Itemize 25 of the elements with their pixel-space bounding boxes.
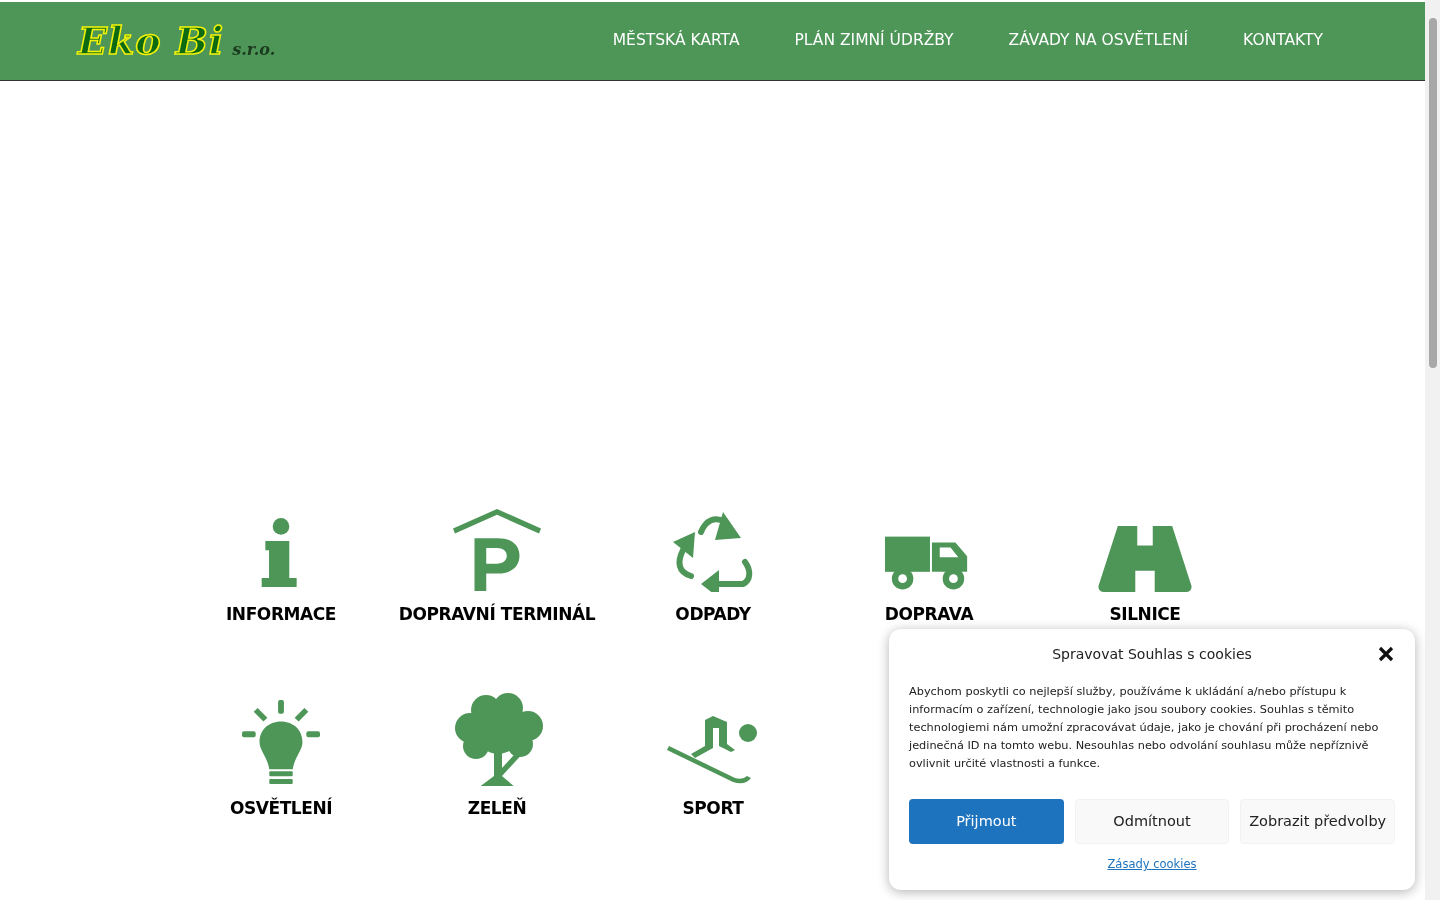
accept-button[interactable]: Přijmout — [909, 799, 1064, 844]
cookie-policy-link[interactable]: Zásady cookies — [1107, 856, 1197, 874]
nav-link[interactable]: KONTAKTY — [1243, 29, 1323, 53]
nav-link[interactable]: PLÁN ZIMNÍ ÚDRŽBY — [794, 29, 954, 53]
tile-label[interactable]: DOPRAVA — [884, 604, 974, 624]
tile-label[interactable]: OSVĚTLENÍ — [229, 798, 333, 818]
dialog-title: Spravovat Souhlas s cookies — [1052, 644, 1252, 664]
tile-label[interactable]: INFORMACE — [225, 604, 336, 624]
cookie-button[interactable]: Zobrazit předvolby — [1240, 799, 1395, 844]
tile-label[interactable]: DOPRAVNÍ TERMINÁL — [398, 604, 596, 624]
close-icon[interactable] — [1377, 645, 1395, 663]
road-icon[interactable] — [1098, 526, 1192, 592]
nav-link[interactable]: ZÁVADY NA OSVĚTLENÍ — [1008, 29, 1189, 53]
recycle-icon[interactable] — [673, 512, 753, 592]
tile-label[interactable]: ZELEŇ — [467, 798, 527, 818]
scrollbar[interactable] — [1425, 0, 1440, 900]
tile-label[interactable]: SPORT — [682, 798, 744, 818]
cookie-button[interactable]: Odmítnout — [1074, 799, 1230, 844]
parking-icon[interactable] — [453, 508, 541, 592]
tile-label[interactable]: SILNICE — [1109, 604, 1181, 624]
tile-label[interactable]: ODPADY — [675, 604, 751, 624]
dialog-text: Abychom poskytli co nejlepší služby, používáme k ukládání a/nebo přístupu k informacím o zařízení, technologie jako jsou soubory cookies. Souhlas s těmito technologiemi nám umožní zpracovávat údaje, jako je chování při procházení nebo jedinečná ID na tomto webu. Nesouhlas nebo odvolání souhlasu může nepříznivě ovlivnit určité vlastnosti a funkce. — [909, 684, 1380, 772]
nav-link[interactable]: MĚSTSKÁ KARTA — [612, 29, 740, 53]
light-bulb-icon[interactable] — [242, 700, 320, 786]
skier-icon[interactable] — [667, 714, 759, 786]
